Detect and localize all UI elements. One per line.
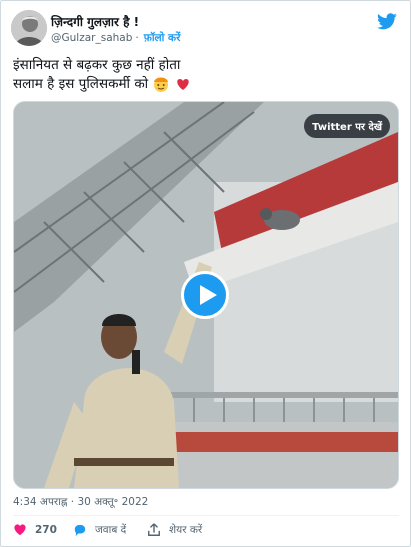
like-count: 270 xyxy=(35,523,57,536)
tweet-actions: 270 जवाब दें शेयर करें xyxy=(13,523,393,543)
twitter-bird-icon[interactable] xyxy=(377,13,397,30)
like-button[interactable]: 270 xyxy=(13,523,57,536)
tweet-line-2: सलाम है इस पुलिसकर्मी को xyxy=(13,76,149,92)
tweet-card: ज़िन्दगी गुलज़ार है ! @Gulzar_sahab · फ़ॉल… xyxy=(0,0,411,547)
display-name[interactable]: ज़िन्दगी गुलज़ार है ! xyxy=(51,13,139,30)
play-button[interactable] xyxy=(181,271,229,319)
reply-button[interactable]: जवाब दें xyxy=(73,523,126,537)
avatar[interactable] xyxy=(11,10,47,46)
share-label: शेयर करें xyxy=(169,524,203,536)
tweet-header: ज़िन्दगी गुलज़ार है ! @Gulzar_sahab · फ़ॉल… xyxy=(11,9,401,49)
tweet-line-1: इंसानियत से बढ़कर कुछ नहीं होता xyxy=(13,57,181,73)
share-button[interactable]: शेयर करें xyxy=(147,523,202,537)
heart-icon xyxy=(14,524,26,536)
watch-on-twitter-button[interactable]: Twitter पर देखें xyxy=(304,114,390,138)
separator-dot: · xyxy=(135,32,139,44)
user-handle[interactable]: @Gulzar_sahab xyxy=(51,32,132,44)
divider xyxy=(13,515,399,516)
reply-label: जवाब दें xyxy=(95,524,127,536)
cop-face-emoji-icon xyxy=(154,77,169,92)
handle-row: @Gulzar_sahab · फ़ॉलो करें xyxy=(51,31,180,45)
reply-bubble-icon xyxy=(74,524,86,536)
share-upload-icon xyxy=(148,523,160,536)
tweet-timestamp[interactable]: 4:34 अपराह्न · 30 अक्तू॰ 2022 xyxy=(13,495,148,509)
tweet-text: इंसानियत से बढ़कर कुछ नहीं होता सलाम है … xyxy=(13,56,403,94)
play-icon xyxy=(200,285,217,305)
follow-button[interactable]: फ़ॉलो करें xyxy=(144,32,181,44)
tweet-line-2-row: सलाम है इस पुलिसकर्मी को xyxy=(13,75,403,94)
red-heart-emoji-icon xyxy=(177,79,189,90)
video-player[interactable]: Twitter पर देखें xyxy=(13,101,399,489)
